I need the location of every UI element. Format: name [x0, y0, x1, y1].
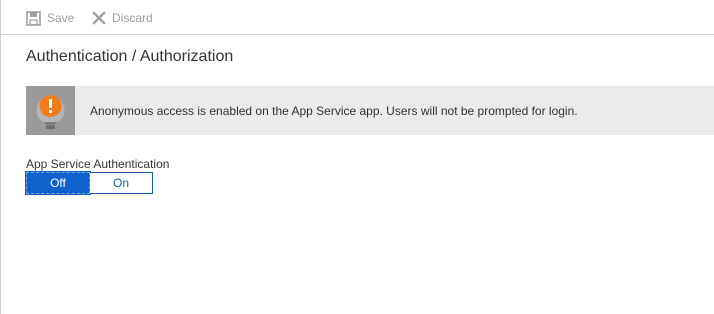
toggle-option-off[interactable]: Off: [25, 171, 91, 195]
toggle-option-on[interactable]: On: [90, 172, 153, 194]
discard-label: Discard: [112, 11, 153, 25]
page-title: Authentication / Authorization: [26, 48, 234, 65]
discard-button[interactable]: Discard: [92, 9, 153, 27]
notice-text: Anonymous access is enabled on the App S…: [90, 104, 578, 118]
close-icon: [92, 11, 106, 25]
save-icon: [26, 10, 41, 26]
app-service-auth-toggle[interactable]: Off On: [25, 171, 153, 195]
save-label: Save: [47, 11, 75, 25]
command-bar: Save Discard: [0, 0, 714, 35]
anonymous-access-notice: Anonymous access is enabled on the App S…: [26, 86, 714, 135]
blade-left-border: [0, 0, 1, 314]
warning-icon: [26, 86, 75, 135]
save-button[interactable]: Save: [26, 9, 74, 27]
app-service-auth-label: App Service Authentication: [26, 157, 170, 171]
